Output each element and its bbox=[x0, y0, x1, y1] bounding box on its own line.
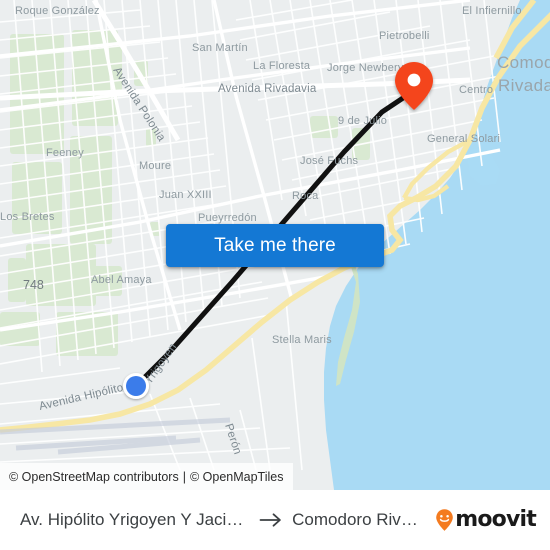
map-label-abel-amaya: Abel Amaya bbox=[91, 274, 152, 286]
moovit-mascot-icon bbox=[436, 509, 454, 531]
map-label-el-infiernillo: El Infiernillo bbox=[462, 5, 522, 17]
map-label-feeney: Feeney bbox=[46, 147, 84, 159]
map-label-pueyrredon: Pueyrredón bbox=[198, 212, 257, 224]
road-shield-748: 748 bbox=[23, 278, 44, 292]
map-label-roca: Roca bbox=[292, 190, 319, 202]
moovit-logo[interactable]: moovit bbox=[435, 507, 537, 532]
map-label-pietrobelli: Pietrobelli bbox=[379, 30, 430, 42]
map-label-los-bretes: Los Bretes bbox=[0, 211, 55, 223]
map-label-9-de-julio: 9 de Julio bbox=[338, 115, 387, 127]
route-footer-bar: Av. Hipólito Yrigoyen Y Jacinto ... Como… bbox=[0, 490, 550, 550]
moovit-wordmark: moovit bbox=[455, 507, 537, 532]
map-label-rivadavia: Rivadavia bbox=[498, 76, 550, 95]
moovit-map-screen: Roque González San Martín El Infiernillo… bbox=[0, 0, 550, 550]
route-summary[interactable]: Av. Hipólito Yrigoyen Y Jacinto ... Como… bbox=[20, 510, 423, 530]
map-label-juan-xxiii: Juan XXIII bbox=[159, 189, 212, 201]
route-origin-label: Av. Hipólito Yrigoyen Y Jacinto ... bbox=[20, 510, 251, 529]
map-label-jorge-newbery: Jorge Newbery bbox=[327, 62, 404, 74]
map-label-roque-gonzalez: Roque González bbox=[15, 5, 100, 17]
map-label-san-martin: San Martín bbox=[192, 42, 248, 54]
map-label-stella-maris: Stella Maris bbox=[272, 334, 332, 346]
map-label-centro: Centro bbox=[459, 84, 493, 96]
map-attribution: © OpenStreetMap contributors | © OpenMap… bbox=[0, 463, 293, 490]
map-label-comodoro: Comodoro bbox=[497, 53, 550, 72]
attribution-osm[interactable]: © OpenStreetMap contributors bbox=[9, 470, 179, 484]
route-destination-label: Comodoro Rivad... bbox=[292, 510, 424, 529]
map-label-jose-fuchs: José Fuchs bbox=[300, 155, 359, 167]
attribution-openmaptiles[interactable]: © OpenMapTiles bbox=[190, 470, 284, 484]
map-label-moure: Moure bbox=[139, 160, 171, 172]
map-label-general-solari: General Solari bbox=[427, 133, 500, 145]
map-label-la-floresta: La Floresta bbox=[253, 60, 311, 72]
road-label-avenida-rivadavia: Avenida Rivadavia bbox=[218, 83, 317, 95]
origin-dot[interactable] bbox=[123, 373, 149, 399]
arrow-right-icon bbox=[259, 513, 281, 527]
take-me-there-button[interactable]: Take me there bbox=[166, 224, 384, 267]
attribution-separator: | bbox=[182, 469, 186, 484]
